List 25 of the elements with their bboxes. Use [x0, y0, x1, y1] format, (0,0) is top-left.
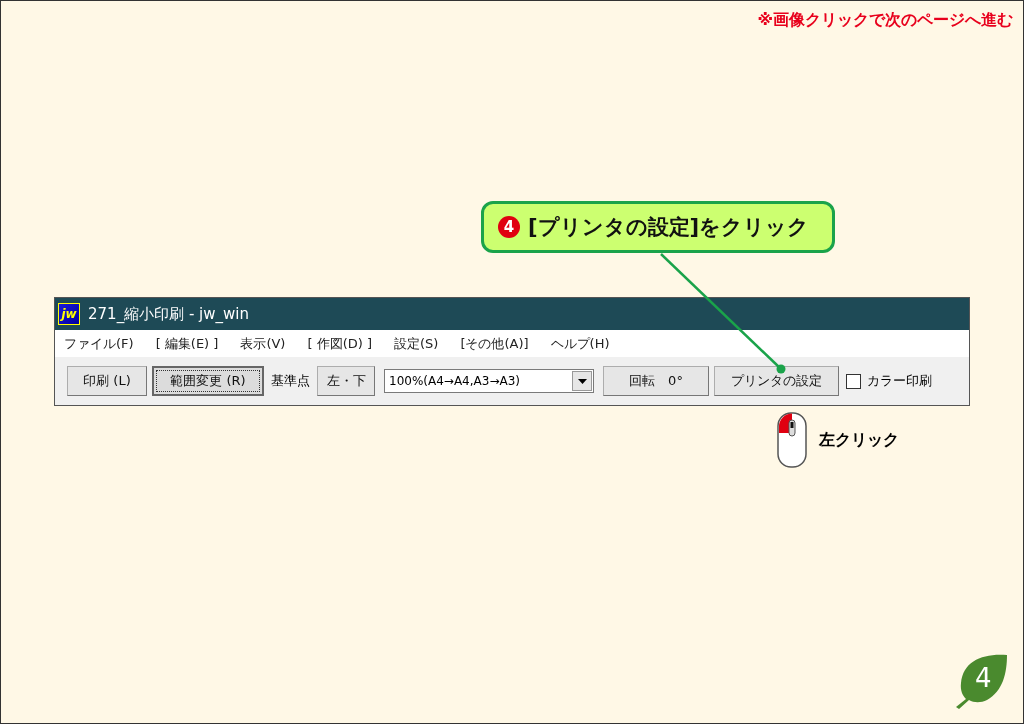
- page-number: 4: [975, 663, 992, 693]
- menu-item[interactable]: ヘルプ(H): [550, 334, 610, 353]
- callout-text: [プリンタの設定]をクリック: [528, 214, 810, 241]
- menu-item[interactable]: [その他(A)]: [460, 334, 529, 353]
- menu-item[interactable]: 表示(V): [240, 334, 286, 353]
- base-point-label: 基準点: [270, 372, 311, 390]
- app-logo: jw: [58, 303, 80, 325]
- menu-item[interactable]: [ 編集(E) ]: [155, 334, 219, 353]
- next-page-note: ※画像クリックで次のページへ進む: [757, 10, 1013, 31]
- scale-dropdown[interactable]: 100%(A4→A4,A3→A3): [384, 369, 594, 393]
- toolbar-button[interactable]: 範囲変更 (R): [152, 366, 264, 396]
- left-click-label: 左クリック: [819, 429, 899, 451]
- toolbar-button[interactable]: 印刷 (L): [67, 366, 147, 396]
- toolbar-button[interactable]: 左・下: [317, 366, 375, 396]
- dropdown-value: 100%(A4→A4,A3→A3): [388, 374, 521, 388]
- toolbar-button[interactable]: プリンタの設定: [714, 366, 839, 396]
- toolbar-button[interactable]: 回転 0°: [603, 366, 709, 396]
- menu-item[interactable]: [ 作図(D) ]: [307, 334, 372, 353]
- checkbox[interactable]: [846, 373, 861, 389]
- step-number: 4: [498, 216, 520, 238]
- menu-item[interactable]: 設定(S): [394, 334, 439, 353]
- menu-item[interactable]: ファイル(F): [64, 334, 134, 353]
- mouse-icon: [775, 411, 809, 469]
- window-title: 271_縮小印刷 - jw_win: [88, 304, 249, 324]
- checkbox-label: カラー印刷: [867, 372, 932, 390]
